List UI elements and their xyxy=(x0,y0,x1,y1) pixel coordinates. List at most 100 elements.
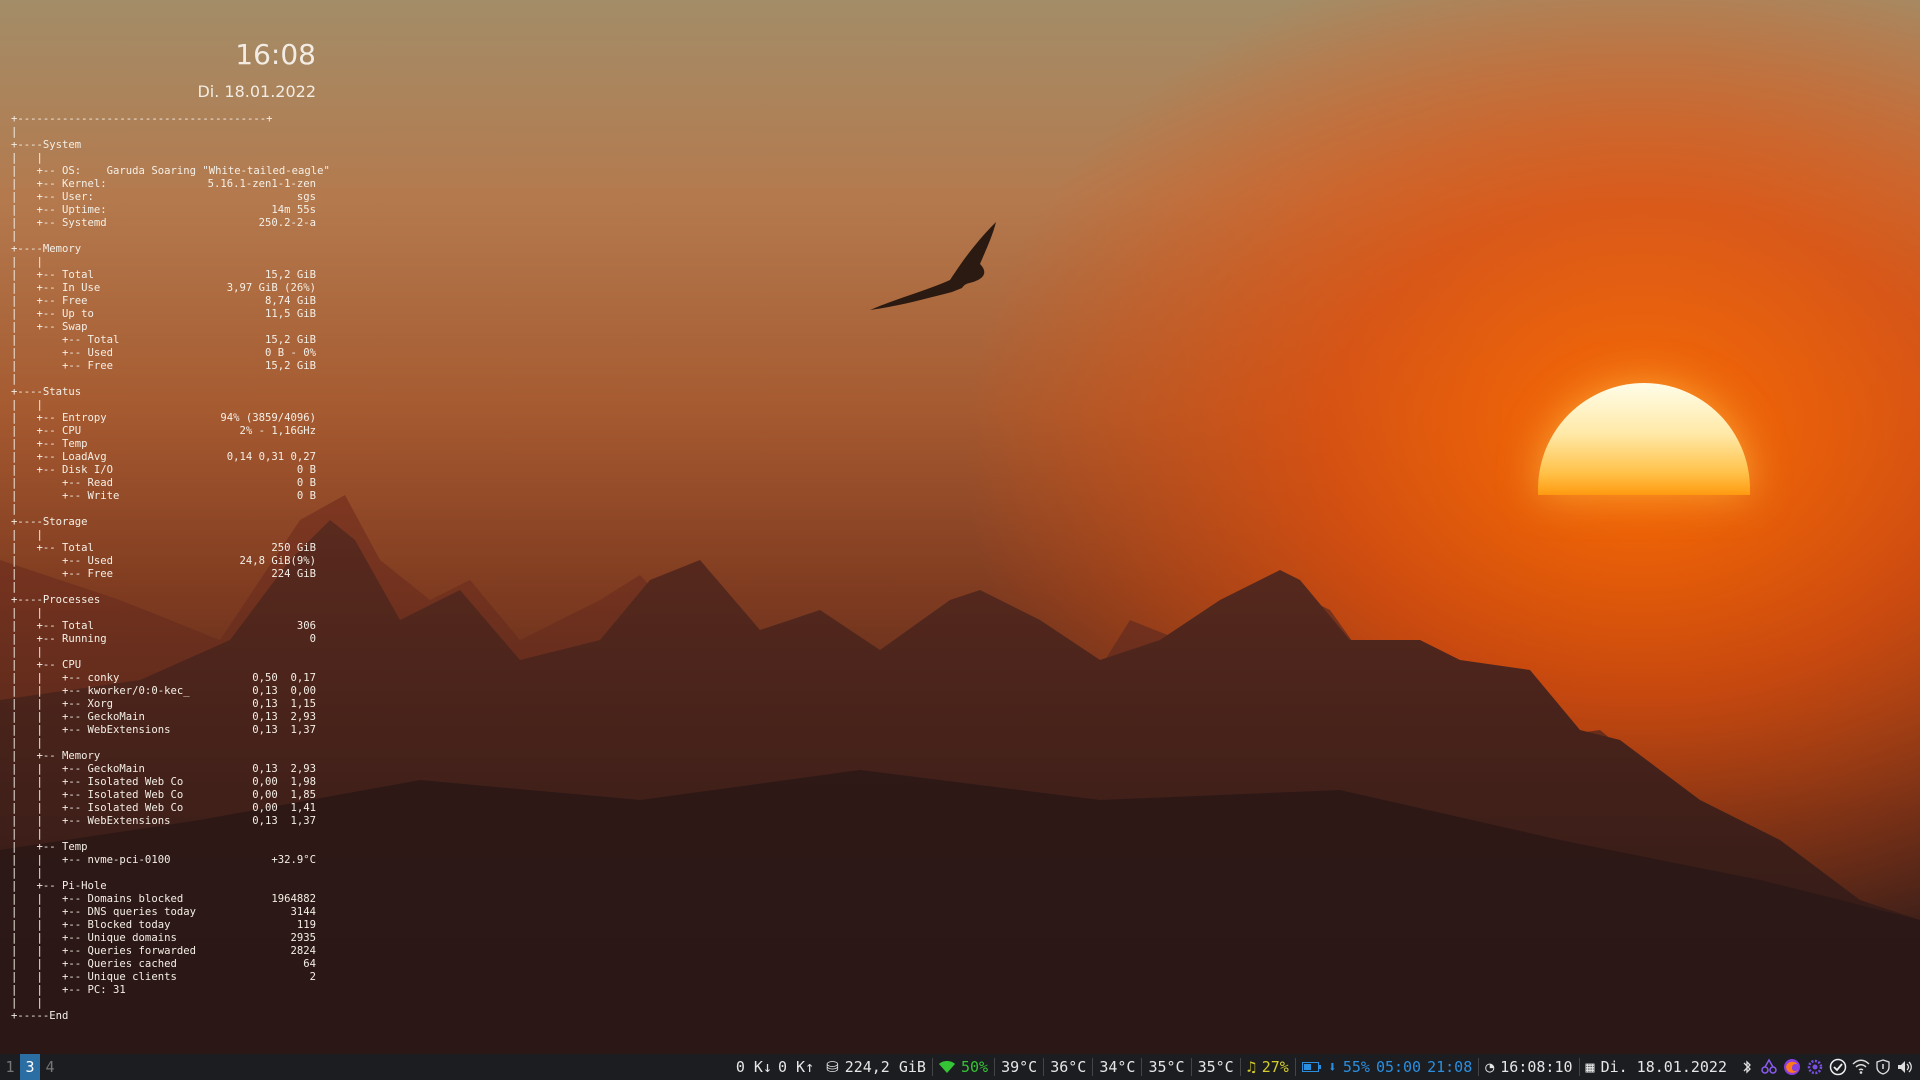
conky-row: | | +-- Isolated Web Co 0,00 1,98 xyxy=(11,776,316,789)
conky-row-value xyxy=(100,750,316,763)
conky-row: | +-- CPU xyxy=(11,659,316,672)
conky-row-label: | | xyxy=(11,607,43,619)
conky-row-label: | | +-- DNS queries today xyxy=(11,906,196,918)
conky-row-value: 15,2 GiB xyxy=(264,269,316,281)
conky-row: | +-- Used 0 B - 0% xyxy=(11,347,316,360)
disk-value: 224,2 GiB xyxy=(844,1058,926,1076)
conky-row: | xyxy=(11,503,316,516)
battery-time: 05:00 xyxy=(1375,1058,1422,1076)
conky-row: | +-- Uptime: 14m 55s xyxy=(11,204,316,217)
conky-row-value: 0,50 0,17 xyxy=(252,672,316,684)
conky-row-value: 2 xyxy=(309,971,316,983)
conky-row-value xyxy=(43,607,316,620)
conky-row-value: 0,00 1,98 xyxy=(252,776,316,788)
conky-row-label: | +-- Write xyxy=(11,490,120,502)
conky-row-label: +----Memory xyxy=(11,243,82,255)
conky-row: | +-- Disk I/O 0 B xyxy=(11,464,316,477)
conky-row-label: | | xyxy=(11,867,43,879)
conky-row: | +-- Total 250 GiB xyxy=(11,542,316,555)
conky-row-label: +---------------------------------------… xyxy=(11,113,273,125)
taskbar-clock[interactable]: ◔ 16:08:10 xyxy=(1478,1058,1578,1076)
conky-row-label: | | xyxy=(11,737,43,749)
conky-row: | | xyxy=(11,152,316,165)
settings-icon[interactable] xyxy=(1806,1058,1824,1076)
conky-row-value: +32.9°C xyxy=(271,854,316,866)
conky-row-label: | +-- In Use xyxy=(11,282,101,294)
volume-icon[interactable] xyxy=(1896,1059,1914,1075)
conky-row: | | +-- GeckoMain 0,13 2,93 xyxy=(11,763,316,776)
temp-4: 35°C xyxy=(1141,1058,1190,1076)
conky-row-value: 0 xyxy=(309,633,316,645)
conky-row-label: | +-- Total xyxy=(11,542,94,554)
conky-row: | | xyxy=(11,867,316,880)
volume-status[interactable]: ♫ 27% xyxy=(1239,1058,1295,1076)
conky-row: | +-- Swap xyxy=(11,321,316,334)
conky-row: | | xyxy=(11,399,316,412)
conky-row-label: | +-- Read xyxy=(11,477,114,489)
status-bar: 0 K↓ 0 K↑ ⛁ 224,2 GiB 50% 39°C 36°C 34°C… xyxy=(730,1054,1920,1080)
conky-row-value xyxy=(17,373,316,386)
conky-row-value xyxy=(100,594,316,607)
taskbar: 1 3 4 0 K↓ 0 K↑ ⛁ 224,2 GiB 50% 39°C 36°… xyxy=(0,1054,1920,1080)
taskbar-date[interactable]: ▦ Di. 18.01.2022 xyxy=(1578,1058,1733,1076)
conky-row: | +-- LoadAvg 0,14 0,31 0,27 xyxy=(11,451,316,464)
conky-row-label: | | +-- Blocked today xyxy=(11,919,171,931)
disk-usage: ⛁ 224,2 GiB xyxy=(820,1058,932,1076)
firefox-icon[interactable] xyxy=(1783,1058,1801,1076)
net-down: 0 K↓ xyxy=(735,1058,772,1076)
conky-row-value xyxy=(17,503,316,516)
conky-row-label: | +-- Kernel: xyxy=(11,178,107,190)
conky-row-value xyxy=(17,230,316,243)
check-icon[interactable] xyxy=(1829,1058,1847,1076)
conky-row: | | +-- WebExtensions 0,13 1,37 xyxy=(11,815,316,828)
conky-row: | +-- Temp xyxy=(11,438,316,451)
conky-clock: 16:08 xyxy=(235,38,316,71)
conky-row: | +-- CPU 2% - 1,16GHz xyxy=(11,425,316,438)
bluetooth-icon[interactable] xyxy=(1739,1059,1755,1075)
conky-row-label: | +-- Entropy xyxy=(11,412,107,424)
conky-row-label: +----Storage xyxy=(11,516,88,528)
conky-row: | +-- Total 15,2 GiB xyxy=(11,334,316,347)
conky-row-value xyxy=(43,828,316,841)
shield-icon[interactable] xyxy=(1875,1059,1891,1075)
conky-row-label: | | +-- Unique clients xyxy=(11,971,177,983)
wifi-signal-icon xyxy=(938,1061,955,1073)
workspace-1[interactable]: 1 xyxy=(0,1054,20,1080)
conky-row-value: 2935 xyxy=(290,932,316,944)
conky-row-label: | +-- Swap xyxy=(11,321,88,333)
wifi-icon[interactable] xyxy=(1852,1059,1870,1075)
conky-row-label: | +-- Uptime: xyxy=(11,204,107,216)
conky-row-label: | +-- Used xyxy=(11,555,114,567)
conky-row: | | +-- Queries cached 64 xyxy=(11,958,316,971)
conky-row: | +-- OS: Garuda Soaring "White-tailed-e… xyxy=(11,165,330,178)
conky-row: +----System xyxy=(11,139,316,152)
eagle-wallpaper xyxy=(870,222,996,310)
conky-row-value xyxy=(43,256,316,269)
conky-row-value: 0,13 2,93 xyxy=(252,763,316,775)
conky-row: | xyxy=(11,581,316,594)
conky-row: +----Storage xyxy=(11,516,316,529)
conky-row: | | +-- Unique clients 2 xyxy=(11,971,316,984)
conky-row: | +-- Pi-Hole xyxy=(11,880,316,893)
conky-row: +----Status xyxy=(11,386,316,399)
conky-row-label: | | +-- Queries forwarded xyxy=(11,945,196,957)
conky-row-label: | +-- Total xyxy=(11,334,120,346)
conky-row-label: | | +-- nvme-pci-0100 xyxy=(11,854,171,866)
conky-row: +-----End xyxy=(11,1010,316,1023)
conky-row-value xyxy=(81,386,316,399)
conky-row-value: 224 GiB xyxy=(271,568,316,580)
conky-row-label: | +-- Total xyxy=(11,269,94,281)
net-up: 0 K↑ xyxy=(777,1058,815,1076)
conky-row: | | xyxy=(11,737,316,750)
battery-status[interactable]: ⬇ 55% 05:00 21:08 xyxy=(1294,1058,1478,1076)
conky-row-value: 14m 55s xyxy=(271,204,316,216)
conky-row-value: 15,2 GiB xyxy=(264,360,316,372)
conky-row-value xyxy=(43,529,316,542)
temp-value: 39°C xyxy=(1001,1058,1038,1076)
conky-row-label: | | +-- Unique domains xyxy=(11,932,177,944)
conky-row: | | +-- nvme-pci-0100 +32.9°C xyxy=(11,854,316,867)
workspace-4[interactable]: 4 xyxy=(40,1054,60,1080)
wifi-status[interactable]: 50% xyxy=(931,1058,994,1076)
workspace-3[interactable]: 3 xyxy=(20,1054,40,1080)
kdeconnect-icon[interactable] xyxy=(1760,1058,1778,1076)
